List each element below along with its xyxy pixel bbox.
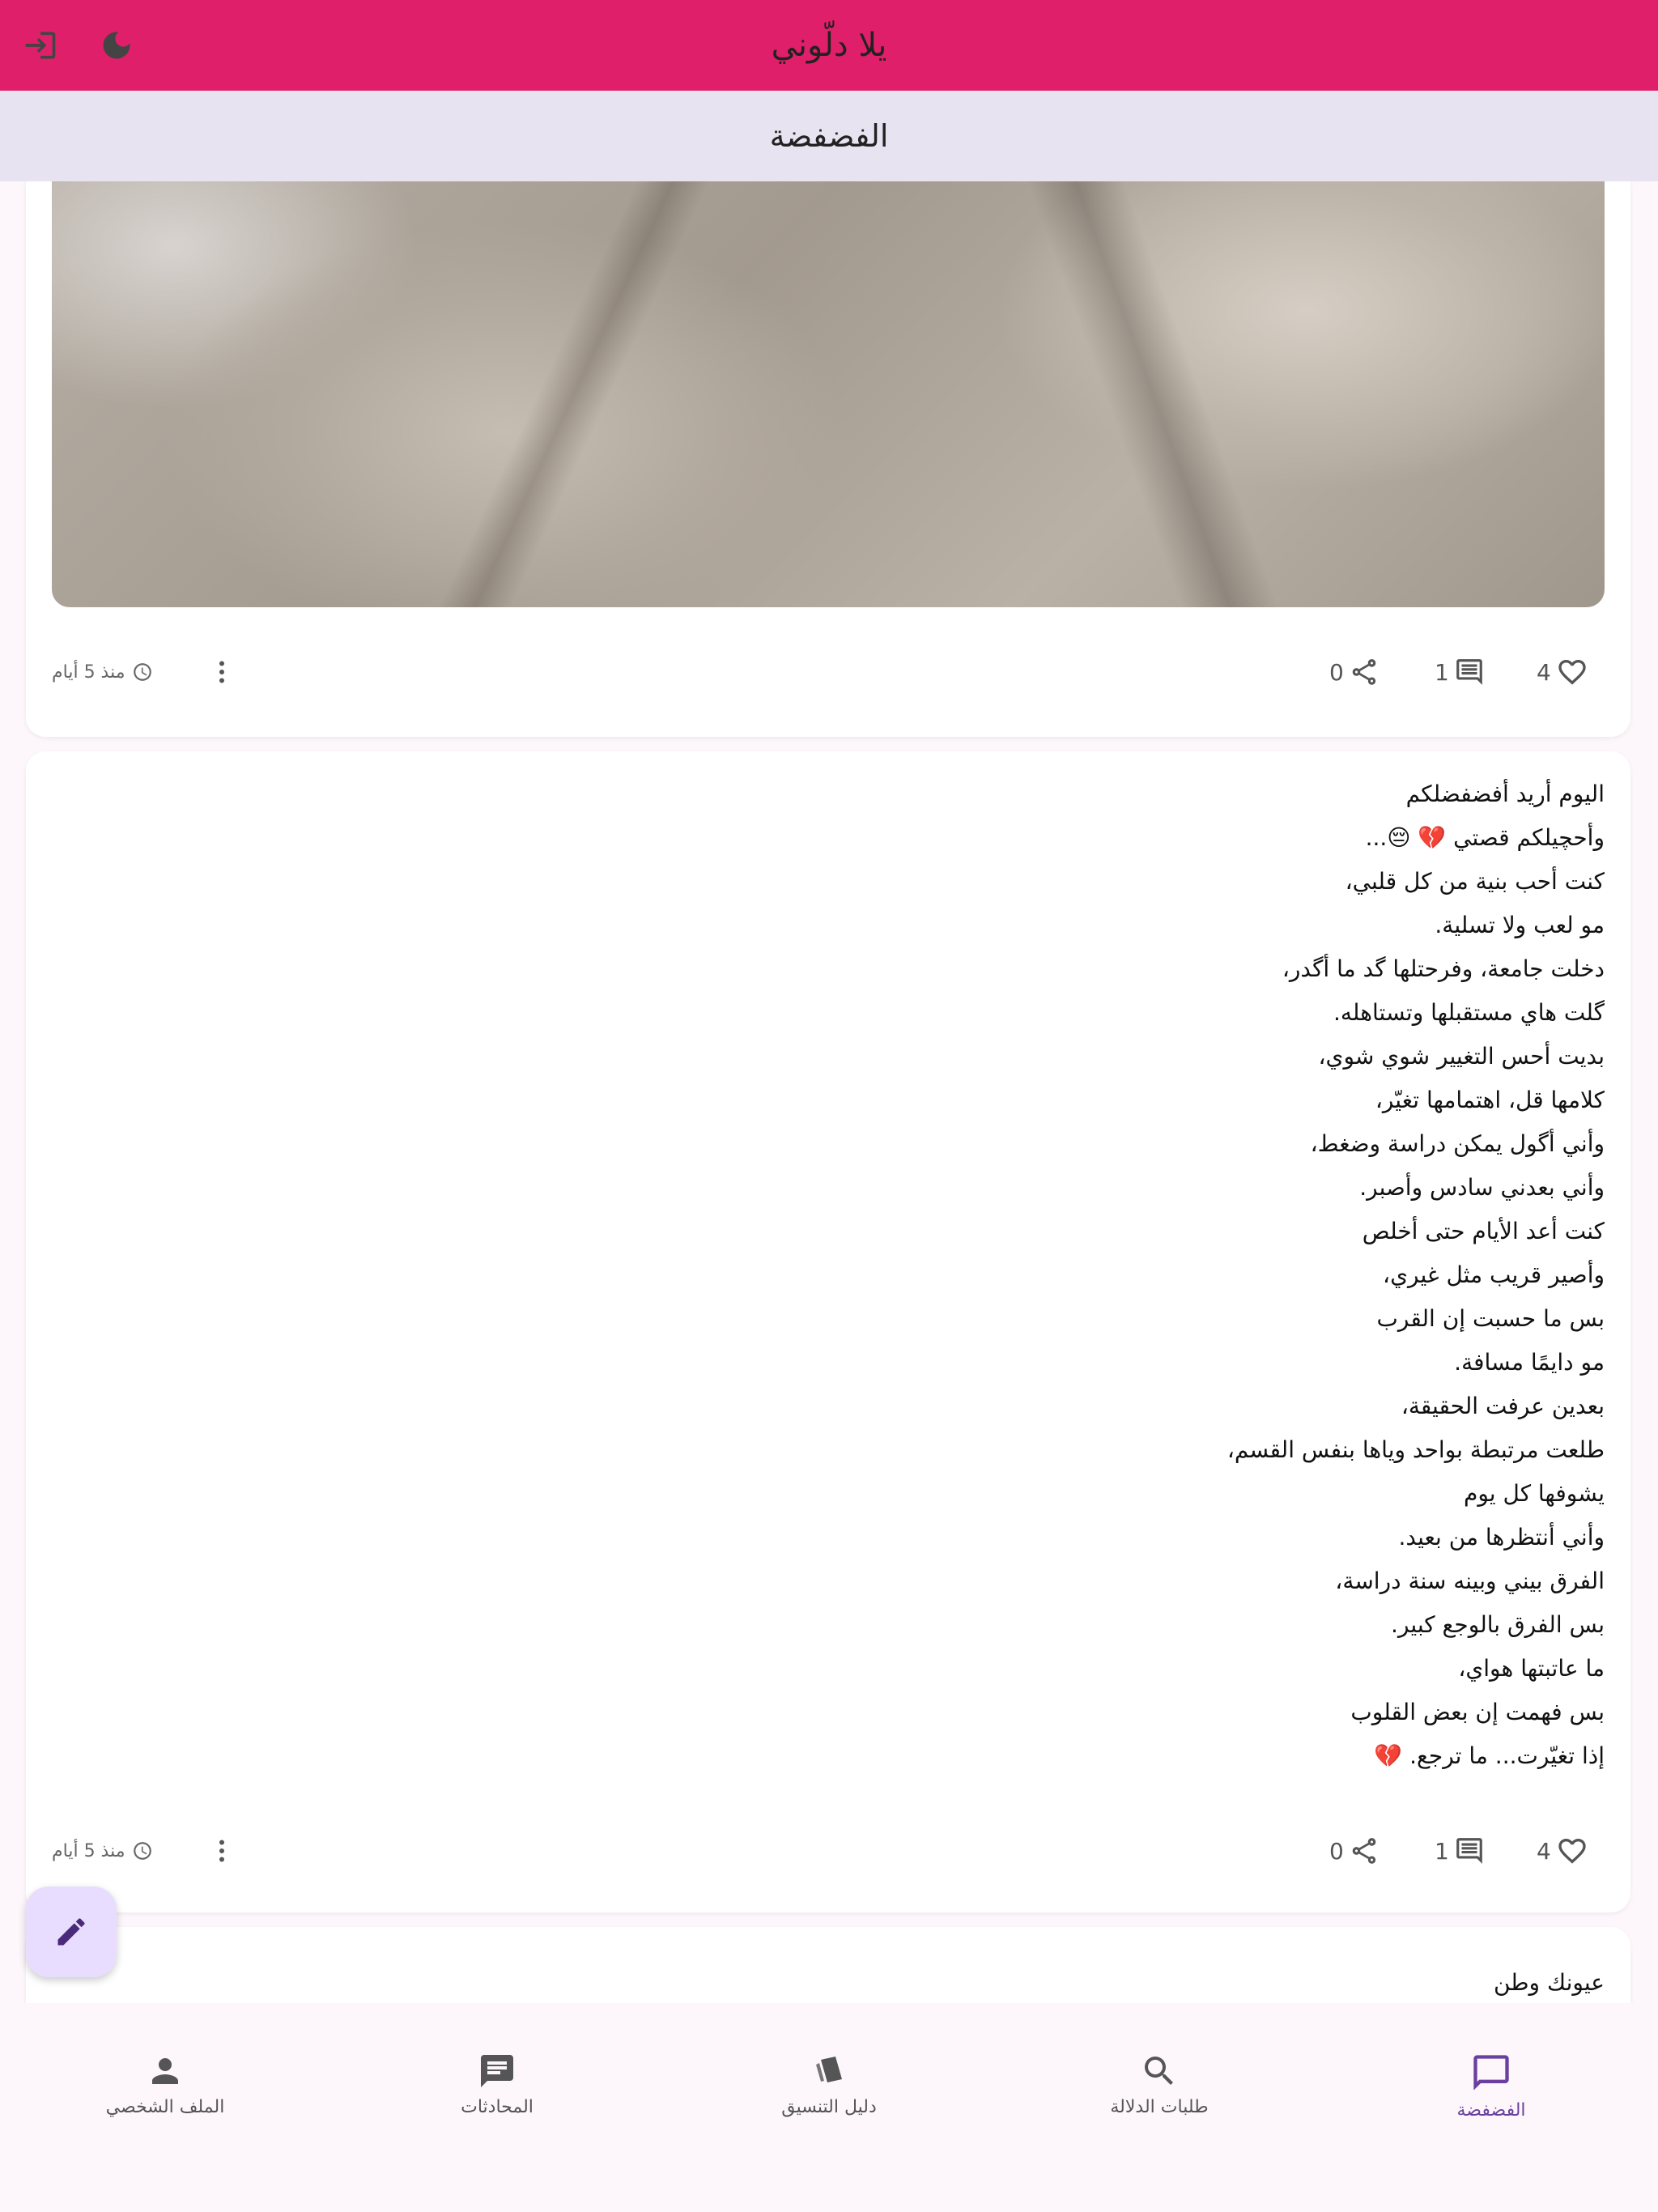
section-header: الفضفضة [0, 91, 1658, 181]
post-text: اليوم أريد أفضفضلكم وأحچيلكم قصتي 💔 😔...… [309, 772, 1605, 1778]
like-button[interactable]: 4 [1537, 1835, 1588, 1867]
post-time: منذ 5 أيام [52, 1840, 153, 1861]
post-actions: 4 1 0 منذ 5 أيام [26, 648, 1630, 696]
cards-icon [816, 2057, 842, 2082]
nav-label: المحادثات [461, 2097, 534, 2117]
post-line: وأني بعدني سادس وأصبر. [1359, 1174, 1605, 1201]
post-line: بس الفرق بالوجع كبير. [1391, 1611, 1605, 1638]
comment-icon [1456, 659, 1482, 685]
nav-label: الفضفضة [1456, 2100, 1526, 2121]
more-options-icon[interactable] [206, 656, 238, 688]
post-line: اليوم أريد أفضفضلكم [1405, 781, 1605, 807]
post-line: بعدين عرفت الحقيقة، [1401, 1393, 1605, 1419]
post-line: مو دايمًا مسافة. [1454, 1349, 1605, 1376]
post-line: وأحچيلكم قصتي 💔 😔... [1365, 824, 1605, 851]
post-line: إذا تغيّرت... ما ترجع. 💔 [1374, 1742, 1605, 1769]
share-count: 0 [1329, 1837, 1344, 1865]
share-button[interactable]: 0 [1329, 657, 1380, 687]
comment-button[interactable]: 1 [1435, 657, 1485, 687]
like-count: 4 [1537, 1837, 1551, 1865]
nav-item-requests[interactable]: طلبات الدلالة [1038, 2052, 1281, 2117]
compose-button[interactable] [26, 1887, 117, 1977]
feed[interactable]: 4 1 0 منذ 5 أيام اليوم أريد أفضفضلكم وأح… [0, 181, 1658, 2003]
more-options-icon[interactable] [206, 1835, 238, 1867]
post-card: 4 1 0 منذ 5 أيام [26, 181, 1630, 737]
like-count: 4 [1537, 658, 1551, 686]
post-line: عيونك وطن [1493, 1969, 1605, 1996]
comment-count: 1 [1435, 658, 1449, 686]
post-card: اليوم أريد أفضفضلكم وأحچيلكم قصتي 💔 😔...… [26, 751, 1630, 1912]
message-icon [481, 2055, 513, 2087]
search-icon [1145, 2057, 1173, 2085]
post-line: يشوفها كل يوم [1464, 1480, 1605, 1507]
post-card: عيونك وطن [26, 1927, 1630, 2003]
post-line: گلت هاي مستقبلها وتستاهله. [1333, 999, 1605, 1026]
dark-mode-icon[interactable] [94, 23, 139, 68]
section-title: الفضفضة [769, 118, 889, 154]
post-time: منذ 5 أيام [52, 661, 153, 683]
person-icon [152, 2058, 178, 2084]
heart-icon [1558, 1839, 1586, 1864]
post-image[interactable] [52, 181, 1605, 607]
nav-label: الملف الشخصي [105, 2097, 225, 2117]
post-line: وأني أنتظرها من بعيد. [1398, 1524, 1605, 1551]
nav-label: طلبات الدلالة [1110, 2097, 1209, 2117]
post-line: بس ما حسبت إن القرب [1376, 1305, 1605, 1332]
post-line: وأصير قريب مثل غيري، [1383, 1261, 1605, 1288]
pencil-icon [57, 1918, 85, 1946]
nav-item-profile[interactable]: الملف الشخصي [44, 2052, 287, 2117]
comment-button[interactable]: 1 [1435, 1836, 1485, 1866]
nav-item-chats[interactable]: المحادثات [376, 2052, 619, 2117]
post-actions: 4 1 0 منذ 5 أيام [26, 1827, 1630, 1875]
share-count: 0 [1329, 658, 1344, 686]
post-line: طلعت مرتبطة بواحد وياها بنفس القسم، [1226, 1436, 1605, 1463]
share-icon [1352, 1838, 1376, 1864]
post-line: كلامها قل، اهتمامها تغيّر، [1375, 1087, 1605, 1113]
share-button[interactable]: 0 [1329, 1836, 1380, 1866]
clock-icon [133, 1842, 151, 1860]
nav-label: دليل التنسيق [781, 2097, 877, 2117]
post-text: عيونك وطن [309, 1961, 1605, 2003]
post-line: بس فهمت إن بعض القلوب [1350, 1699, 1605, 1725]
chat-bubble-icon [1473, 2055, 1509, 2091]
post-line: الفرق بيني وبينه سنة دراسة، [1335, 1568, 1605, 1594]
comment-count: 1 [1435, 1837, 1449, 1865]
post-line: كنت أعد الأيام حتى أخلص [1362, 1218, 1605, 1244]
logout-icon[interactable] [18, 23, 63, 68]
nav-item-coordination-guide[interactable]: دليل التنسيق [708, 2052, 950, 2117]
app-bar: يلا دلّوني [0, 0, 1658, 91]
comment-icon [1456, 1838, 1482, 1864]
post-line: مو لعب ولا تسلية. [1435, 912, 1605, 938]
heart-icon [1558, 660, 1586, 685]
nav-item-venting[interactable]: الفضفضة [1370, 2052, 1613, 2121]
share-icon [1352, 659, 1376, 685]
post-line: دخلت جامعة، وفرحتلها گد ما أگدر، [1282, 955, 1605, 982]
bottom-navigation: الفضفضة طلبات الدلالة دليل التنسيق المحا… [0, 2003, 1658, 2212]
post-line: وأني أگول يمكن دراسة وضغط، [1310, 1130, 1605, 1157]
post-line: بديت أحس التغيير شوي شوي، [1318, 1043, 1605, 1070]
like-button[interactable]: 4 [1537, 656, 1588, 688]
app-title: يلا دلّوني [771, 27, 887, 64]
post-line: ما عاتبتها هواي، [1458, 1655, 1605, 1682]
post-line: كنت أحب بنية من كل قلبي، [1345, 868, 1605, 895]
clock-icon [133, 663, 151, 681]
